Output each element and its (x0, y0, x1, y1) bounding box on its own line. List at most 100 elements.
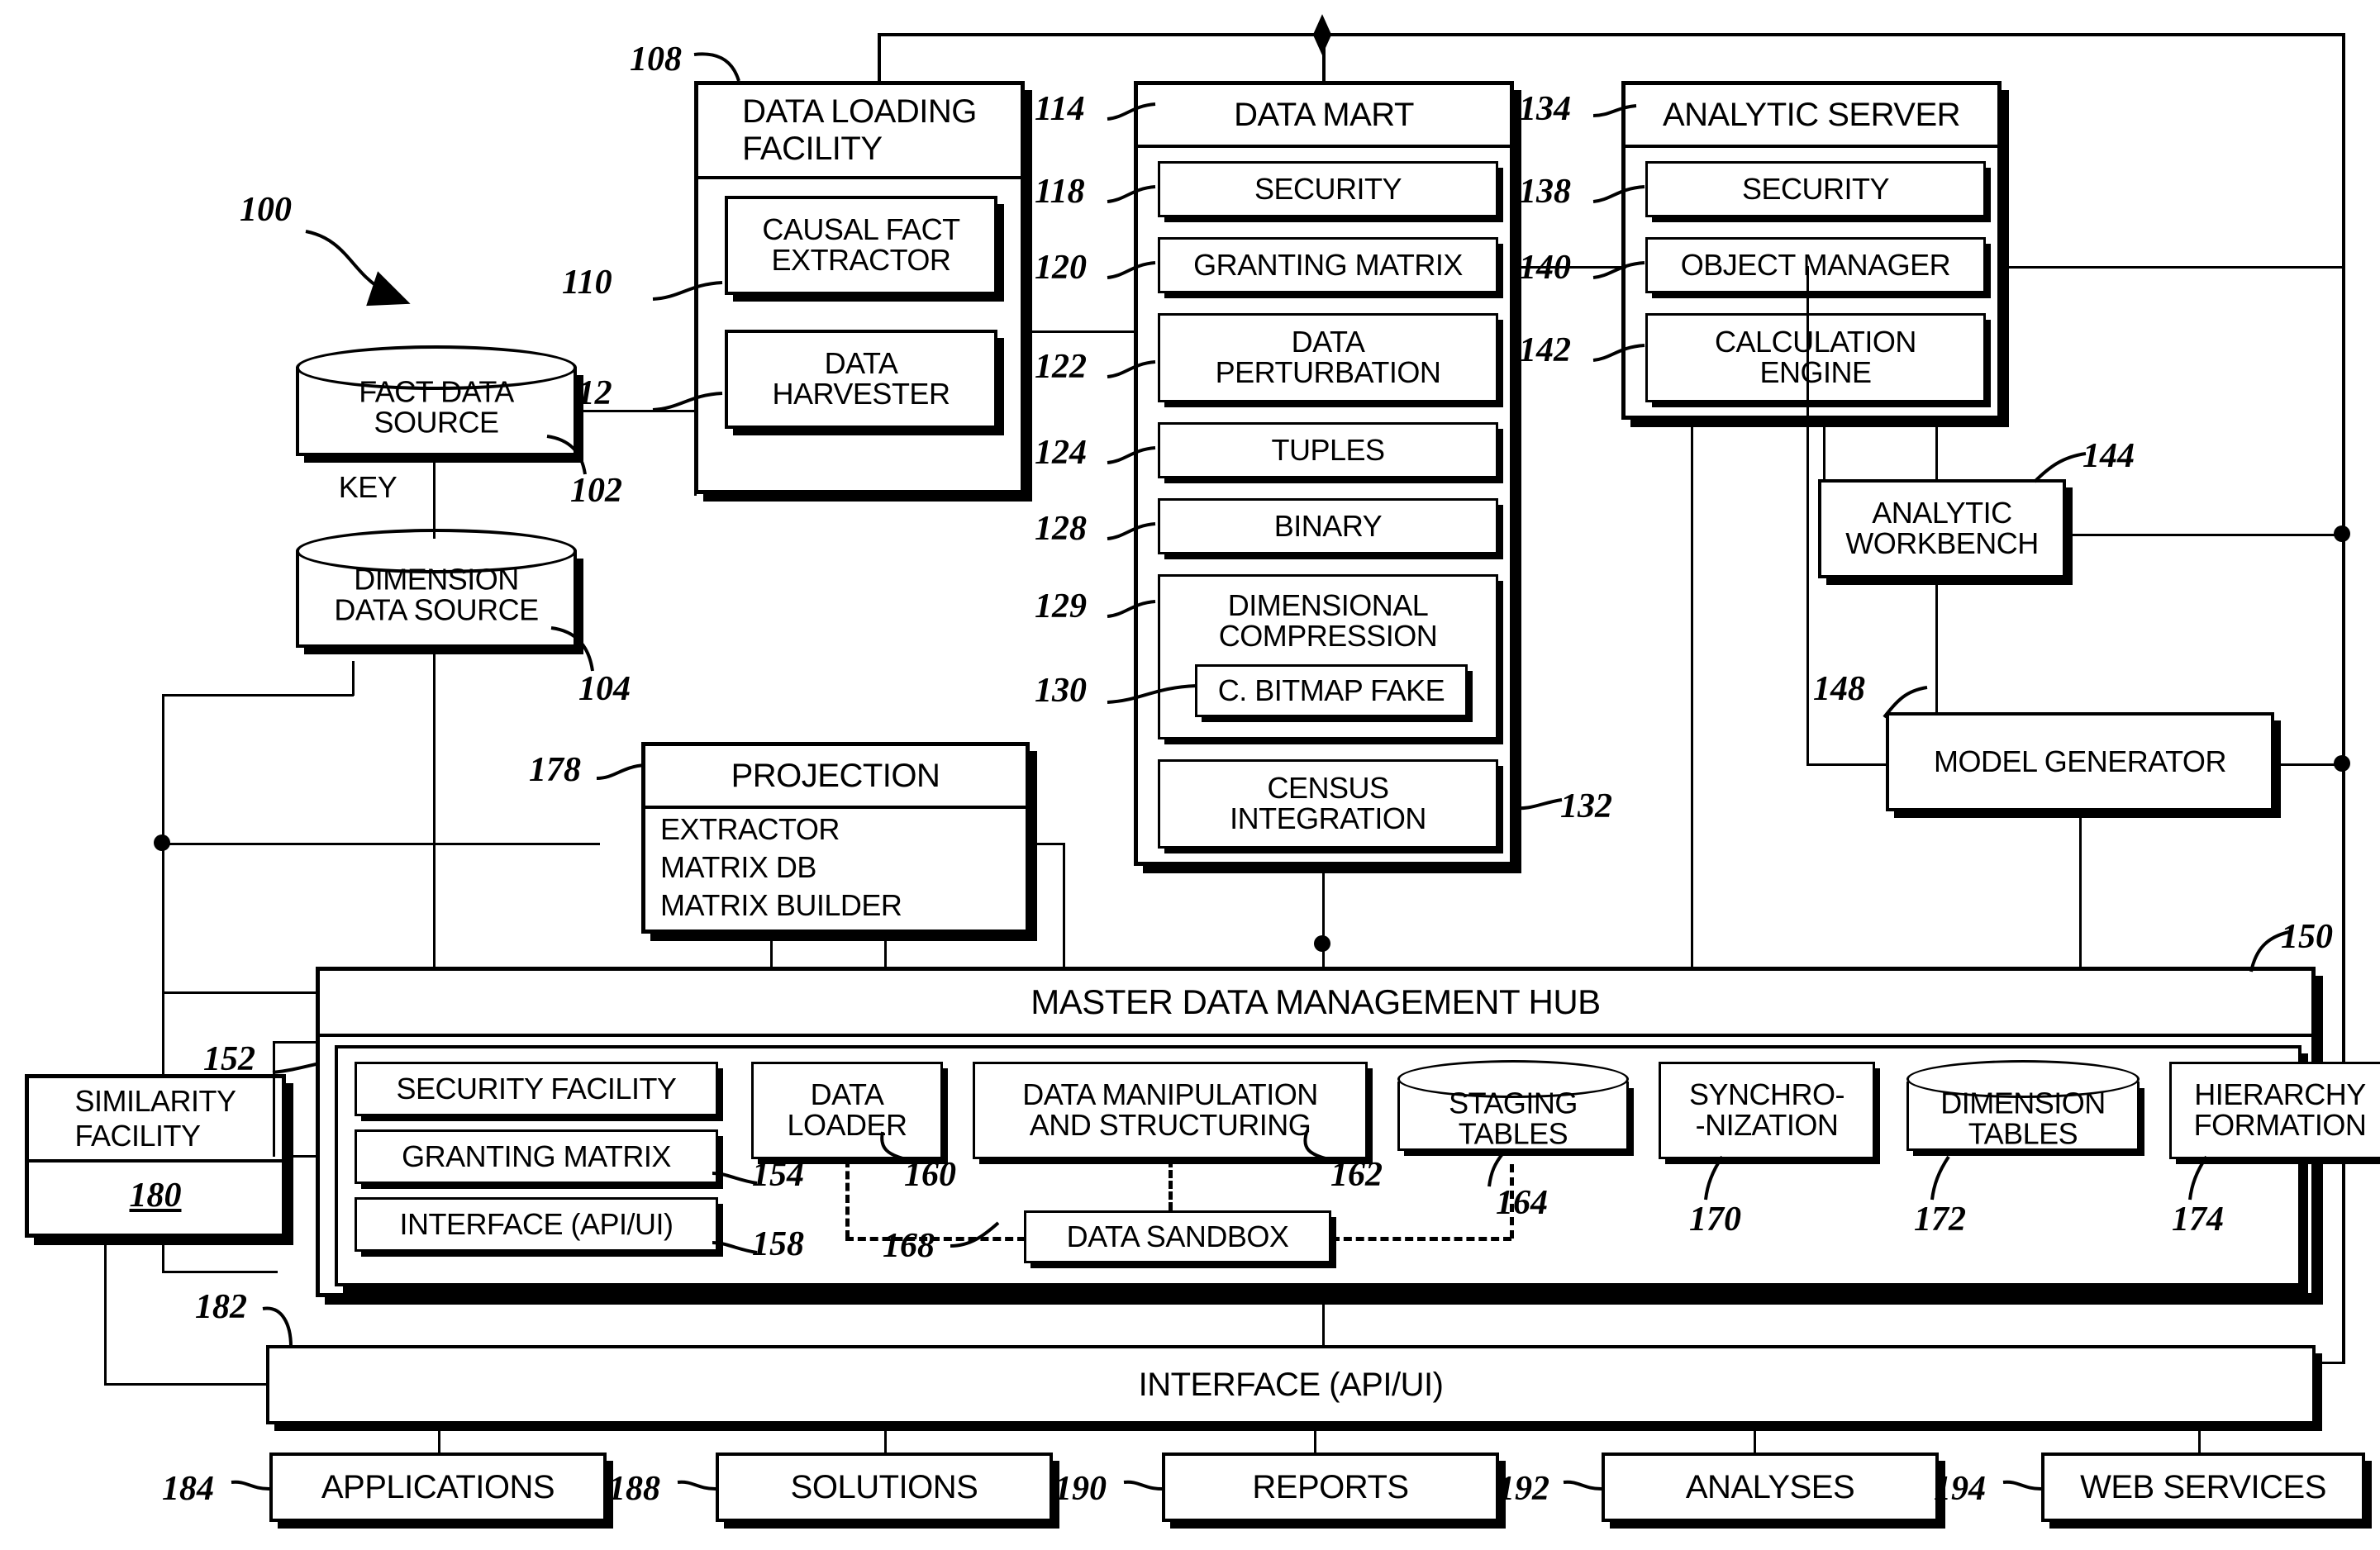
ref-190-leader (1123, 1480, 1163, 1491)
ref-142: 142 (1519, 331, 1571, 369)
ref-188-leader (677, 1480, 716, 1491)
applications-label: APPLICATIONS (321, 1468, 555, 1505)
mdm-synchronization-box[interactable]: SYNCHRO- -NIZATION (1659, 1062, 1875, 1159)
dm-data-perturbation-box[interactable]: DATA PERTURBATION (1158, 313, 1498, 402)
analytic-workbench-label: ANALYTIC WORKBENCH (1845, 496, 2039, 560)
right-bus-to-interface (2316, 1362, 2345, 1364)
ref-174: 174 (2172, 1201, 2224, 1239)
dm-binary-box[interactable]: BINARY (1158, 498, 1498, 554)
sandbox-dash-from-loader (845, 1159, 850, 1239)
interface-bar-box[interactable]: INTERFACE (API/UI) (266, 1345, 2316, 1424)
mdm-inner-container: SECURITY FACILITY GRANTING MATRIX INTERF… (335, 1045, 2380, 1286)
ref-190: 190 (1054, 1470, 1107, 1508)
modelgen-left-line (1806, 763, 1889, 766)
ref-154: 154 (752, 1156, 804, 1194)
projection-title-text: PROJECTION (731, 757, 940, 794)
interface-bar-label: INTERFACE (API/UI) (1138, 1366, 1444, 1403)
ref-100: 100 (240, 191, 292, 229)
data-mart-title: DATA MART (1138, 85, 1510, 148)
mdm-hub-panel[interactable]: MASTER DATA MANAGEMENT HUB SECURITY FACI… (316, 967, 2380, 1297)
mdm-data-loader-label: DATA LOADER (787, 1077, 907, 1142)
mdm-left-jog-b (273, 1041, 275, 1157)
ref-164: 164 (1496, 1184, 1548, 1222)
dm-binary-label: BINARY (1273, 508, 1383, 543)
as-object-manager-box[interactable]: OBJECT MANAGER (1645, 237, 1986, 293)
mdm-synchronization-label: SYNCHRO- -NIZATION (1688, 1077, 1845, 1142)
junction-dot-workbench (2334, 525, 2350, 542)
reports-box[interactable]: REPORTS (1162, 1453, 1499, 1522)
ref-152: 152 (203, 1040, 255, 1078)
right-bus-line (2342, 33, 2345, 1363)
ref-170: 170 (1689, 1201, 1741, 1239)
ref-132-leader (1511, 798, 1563, 811)
mdm-security-facility-box[interactable]: SECURITY FACILITY (355, 1062, 718, 1116)
fact-data-source-cylinder[interactable]: FACT DATA SOURCE (296, 345, 577, 469)
workbench-to-right-bus (2066, 534, 2345, 536)
ref-150: 150 (2281, 918, 2333, 956)
data-harvester-box[interactable]: DATA HARVESTER (725, 330, 997, 429)
similarity-facility-title-text: SIMILARITY FACILITY (74, 1084, 236, 1153)
mdm-staging-tables-cylinder[interactable]: STAGING TABLES (1397, 1060, 1629, 1164)
dm-census-integration-box[interactable]: CENSUS INTEGRATION (1158, 759, 1498, 849)
ref-102: 102 (570, 472, 622, 510)
mdm-data-manipulation-box[interactable]: DATA MANIPULATION AND STRUCTURING (973, 1062, 1368, 1159)
applications-riser (438, 1424, 440, 1454)
modelgen-riser (1806, 266, 1809, 765)
dm-security-box[interactable]: SECURITY (1158, 161, 1498, 217)
analyses-label: ANALYSES (1685, 1468, 1855, 1505)
mdm-dimension-tables-label: DIMENSION TABLES (1940, 1086, 2106, 1151)
as-security-box[interactable]: SECURITY (1645, 161, 1986, 217)
model-generator-box[interactable]: MODEL GENERATOR (1886, 712, 2274, 811)
mdm-interface-box[interactable]: INTERFACE (API/UI) (355, 1197, 718, 1252)
ref-168: 168 (883, 1227, 935, 1265)
analytic-workbench-box[interactable]: ANALYTIC WORKBENCH (1818, 479, 2066, 578)
key-connector-line (433, 459, 436, 539)
ref-122: 122 (1035, 348, 1087, 386)
dm-security-label: SECURITY (1254, 171, 1402, 206)
reports-riser (1314, 1424, 1316, 1454)
dm-dimensional-compression-box[interactable]: DIMENSIONAL COMPRESSION C. BITMAP FAKE (1158, 574, 1498, 739)
dimension-data-source-label: DIMENSION DATA SOURCE (334, 562, 539, 627)
similarity-facility-panel[interactable]: SIMILARITY FACILITY 180 (25, 1074, 286, 1238)
mdm-data-loader-box[interactable]: DATA LOADER (751, 1062, 943, 1159)
sandbox-dash-from-manipulation (1169, 1159, 1173, 1210)
mdm-data-sandbox-box[interactable]: DATA SANDBOX (1024, 1210, 1331, 1263)
dim-down-line (433, 653, 436, 993)
analyses-riser (1754, 1424, 1756, 1454)
similarity-facility-title: SIMILARITY FACILITY (29, 1078, 282, 1162)
solutions-box[interactable]: SOLUTIONS (716, 1453, 1053, 1522)
ref-104: 104 (578, 670, 631, 708)
ref-148: 148 (1813, 670, 1865, 708)
datamart-to-analytic-server-line (1514, 266, 1626, 269)
web-services-box[interactable]: WEB SERVICES (2041, 1453, 2365, 1522)
dm-census-integration-label: CENSUS INTEGRATION (1230, 771, 1426, 835)
projection-panel[interactable]: PROJECTION EXTRACTOR MATRIX DB MATRIX BU… (641, 742, 1030, 934)
ref-192-leader (1563, 1480, 1602, 1491)
dimension-data-source-cylinder[interactable]: DIMENSION DATA SOURCE (296, 529, 577, 661)
ref-120: 120 (1035, 249, 1087, 287)
mdm-interface-label: INTERFACE (API/UI) (399, 1206, 674, 1241)
analytic-server-right-line (2002, 266, 2345, 269)
dm-bitmap-fake-label: C. BITMAP FAKE (1217, 673, 1445, 707)
analyses-box[interactable]: ANALYSES (1602, 1453, 1939, 1522)
data-mart-panel[interactable]: DATA MART SECURITY GRANTING MATRIX DATA … (1134, 81, 1514, 866)
as-calculation-engine-box[interactable]: CALCULATION ENGINE (1645, 313, 1986, 402)
causal-fact-extractor-box[interactable]: CAUSAL FACT EXTRACTOR (725, 196, 997, 295)
mdm-left-jog-a (273, 1041, 317, 1044)
applications-box[interactable]: APPLICATIONS (269, 1453, 607, 1522)
dm-granting-matrix-box[interactable]: GRANTING MATRIX (1158, 237, 1498, 293)
mdm-hierarchy-formation-box[interactable]: HIERARCHY FORMATION (2169, 1062, 2380, 1159)
data-loading-facility-panel[interactable]: DATA LOADING FACILITY CAUSAL FACT EXTRAC… (694, 81, 1025, 494)
ref-188: 188 (608, 1470, 660, 1508)
mdm-granting-matrix-box[interactable]: GRANTING MATRIX (355, 1129, 718, 1184)
top-bus-left-drop (878, 33, 881, 81)
mdm-dimension-tables-cylinder[interactable]: DIMENSION TABLES (1906, 1060, 2140, 1164)
data-harvester-label: DATA HARVESTER (772, 346, 950, 411)
analytic-server-panel[interactable]: ANALYTIC SERVER SECURITY OBJECT MANAGER … (1621, 81, 2002, 420)
dm-tuples-box[interactable]: TUPLES (1158, 422, 1498, 478)
top-bus-marker (1312, 14, 1332, 55)
ref-130: 130 (1035, 672, 1087, 710)
fact-to-harvester-line (574, 410, 697, 412)
dm-bitmap-fake-box[interactable]: C. BITMAP FAKE (1195, 664, 1468, 717)
projection-line-1: EXTRACTOR (660, 811, 840, 846)
